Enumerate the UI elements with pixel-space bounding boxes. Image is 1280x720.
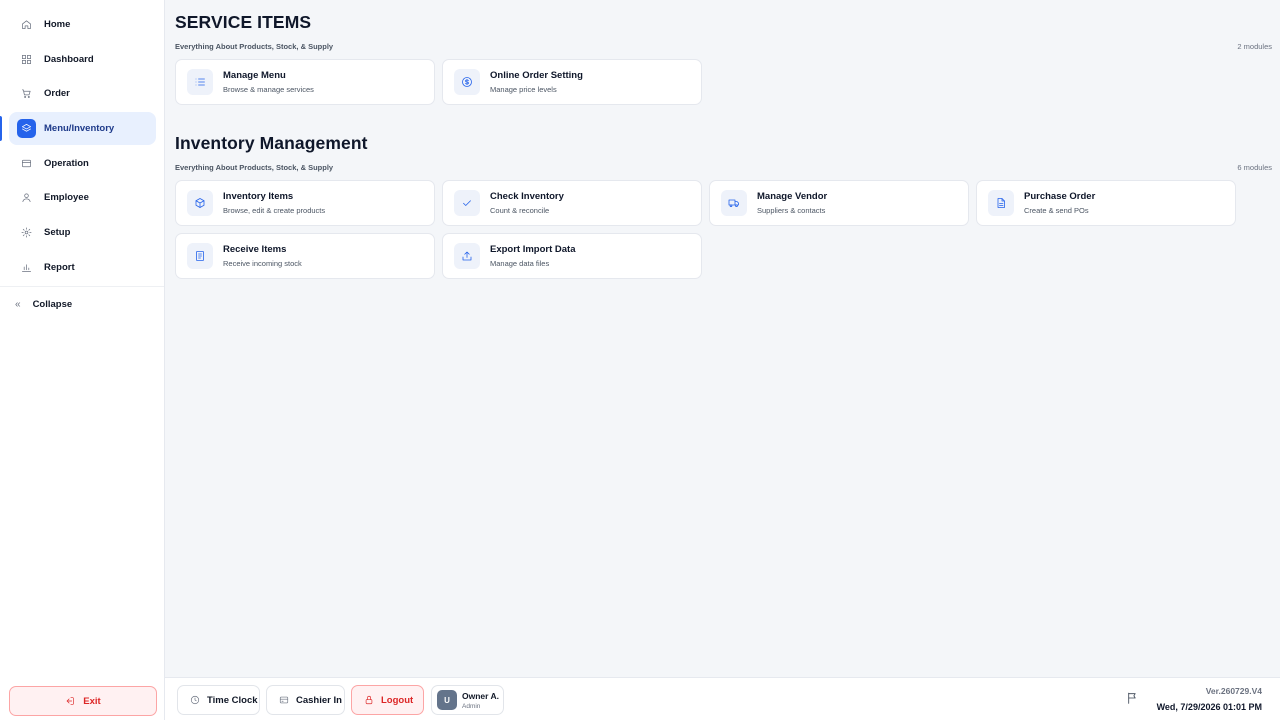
cart-icon [17,84,36,103]
sidebar-item-label: Menu/Inventory [44,123,115,135]
exit-icon [67,697,74,705]
section-title: Inventory Management [175,133,368,153]
card-subtitle: Receive incoming stock [223,259,302,268]
chevrons-left-icon: « [15,299,21,310]
card-subtitle: Count & reconcile [490,206,550,215]
card-subtitle: Create & send POs [1024,206,1089,215]
flag-button[interactable] [1126,691,1140,707]
collapse-label: Collapse [32,299,73,310]
sidebar-item-label: Employee [44,192,89,204]
sidebar-item-order[interactable]: Order [9,77,156,110]
box-icon [187,190,213,216]
time-clock-label: Time Clock [207,694,258,706]
section-module-count: 2 modules [1237,42,1272,51]
service-items-section: SERVICE ITEMS Everything About Products,… [175,12,1272,105]
dollar-icon [454,69,480,95]
user-profile-chip[interactable]: U Owner A. Admin [431,685,504,715]
card-subtitle: Browse, edit & create products [223,206,326,215]
card-purchase-order[interactable]: Purchase Order Create & send POs [976,180,1236,226]
card-title: Manage Vendor [757,191,828,202]
lock-icon [365,695,373,705]
version-label: Ver.260729.V4 [1205,686,1262,696]
datetime-label: Wed, 7/29/2026 01:01 PM [1156,702,1262,712]
cashier-in-button[interactable]: Cashier In [266,685,345,715]
card-export-import-data[interactable]: Export Import Data Manage data files [442,233,702,279]
clock-icon [190,695,200,705]
card-online-order-setting[interactable]: Online Order Setting Manage price levels [442,59,702,105]
sidebar-item-label: Setup [44,227,71,239]
inventory-management-section: Inventory Management Everything About Pr… [175,133,1272,279]
section-subtitle: Everything About Products, Stock, & Supp… [175,42,334,51]
sidebar-nav: Home Dashboard Order Menu/Inventory Oper… [0,8,165,286]
active-indicator [0,116,2,142]
card-title: Manage Menu [223,70,286,81]
dashboard-icon [17,50,36,69]
bar-chart-icon [17,258,36,277]
card-title: Inventory Items [223,191,294,202]
upload-icon [454,243,480,269]
main-content: SERVICE ITEMS Everything About Products,… [165,0,1280,677]
section-subtitle: Everything About Products, Stock, & Supp… [175,163,334,172]
logout-button[interactable]: Logout [351,685,424,715]
sidebar-item-report[interactable]: Report [9,251,156,284]
card-title: Online Order Setting [490,70,583,81]
register-icon [279,696,289,704]
list-icon [187,69,213,95]
card-icon [17,154,36,173]
layers-icon [17,119,36,139]
sidebar-item-label: Report [44,261,75,273]
time-clock-button[interactable]: Time Clock [177,685,260,715]
user-role: Admin [462,702,481,710]
flag-icon [1128,692,1136,704]
footer-bar: Time Clock Cashier In Logout U Owner A. … [165,677,1280,720]
sidebar-item-employee[interactable]: Employee [9,181,156,214]
sidebar-item-menu-inventory[interactable]: Menu/Inventory [0,112,156,146]
card-check-inventory[interactable]: Check Inventory Count & reconcile [442,180,702,226]
card-title: Export Import Data [490,244,576,255]
sidebar-item-label: Order [44,88,70,100]
card-title: Check Inventory [490,191,564,202]
cashier-in-label: Cashier In [296,694,342,706]
exit-button[interactable]: Exit [9,686,157,716]
gear-icon [17,223,36,242]
card-inventory-items[interactable]: Inventory Items Browse, edit & create pr… [175,180,435,226]
sidebar-item-home[interactable]: Home [9,8,156,41]
card-subtitle: Manage price levels [490,85,557,94]
avatar: U [437,690,457,710]
truck-icon [721,190,747,216]
user-name: Owner A. [462,690,499,701]
home-icon [17,15,36,34]
check-icon [454,190,480,216]
card-manage-vendor[interactable]: Manage Vendor Suppliers & contacts [709,180,969,226]
sidebar-item-operation[interactable]: Operation [9,147,156,180]
card-title: Purchase Order [1024,191,1096,202]
card-subtitle: Manage data files [490,259,550,268]
collapse-button[interactable]: « Collapse [0,286,164,322]
sidebar-item-label: Home [44,19,71,30]
sidebar-item-dashboard[interactable]: Dashboard [9,43,156,76]
exit-label: Exit [83,695,101,707]
card-subtitle: Suppliers & contacts [757,206,826,215]
sidebar-item-setup[interactable]: Setup [9,216,156,249]
logout-label: Logout [381,694,414,706]
sidebar: Home Dashboard Order Menu/Inventory Oper… [0,0,165,720]
receipt-icon [187,243,213,269]
sidebar-item-label: Operation [44,157,89,169]
card-receive-items[interactable]: Receive Items Receive incoming stock [175,233,435,279]
card-title: Receive Items [223,244,287,255]
section-module-count: 6 modules [1237,163,1272,172]
user-icon [17,188,36,207]
card-subtitle: Browse & manage services [223,85,314,94]
document-icon [988,190,1014,216]
card-manage-menu[interactable]: Manage Menu Browse & manage services [175,59,435,105]
section-title: SERVICE ITEMS [175,12,312,32]
sidebar-item-label: Dashboard [44,53,94,65]
